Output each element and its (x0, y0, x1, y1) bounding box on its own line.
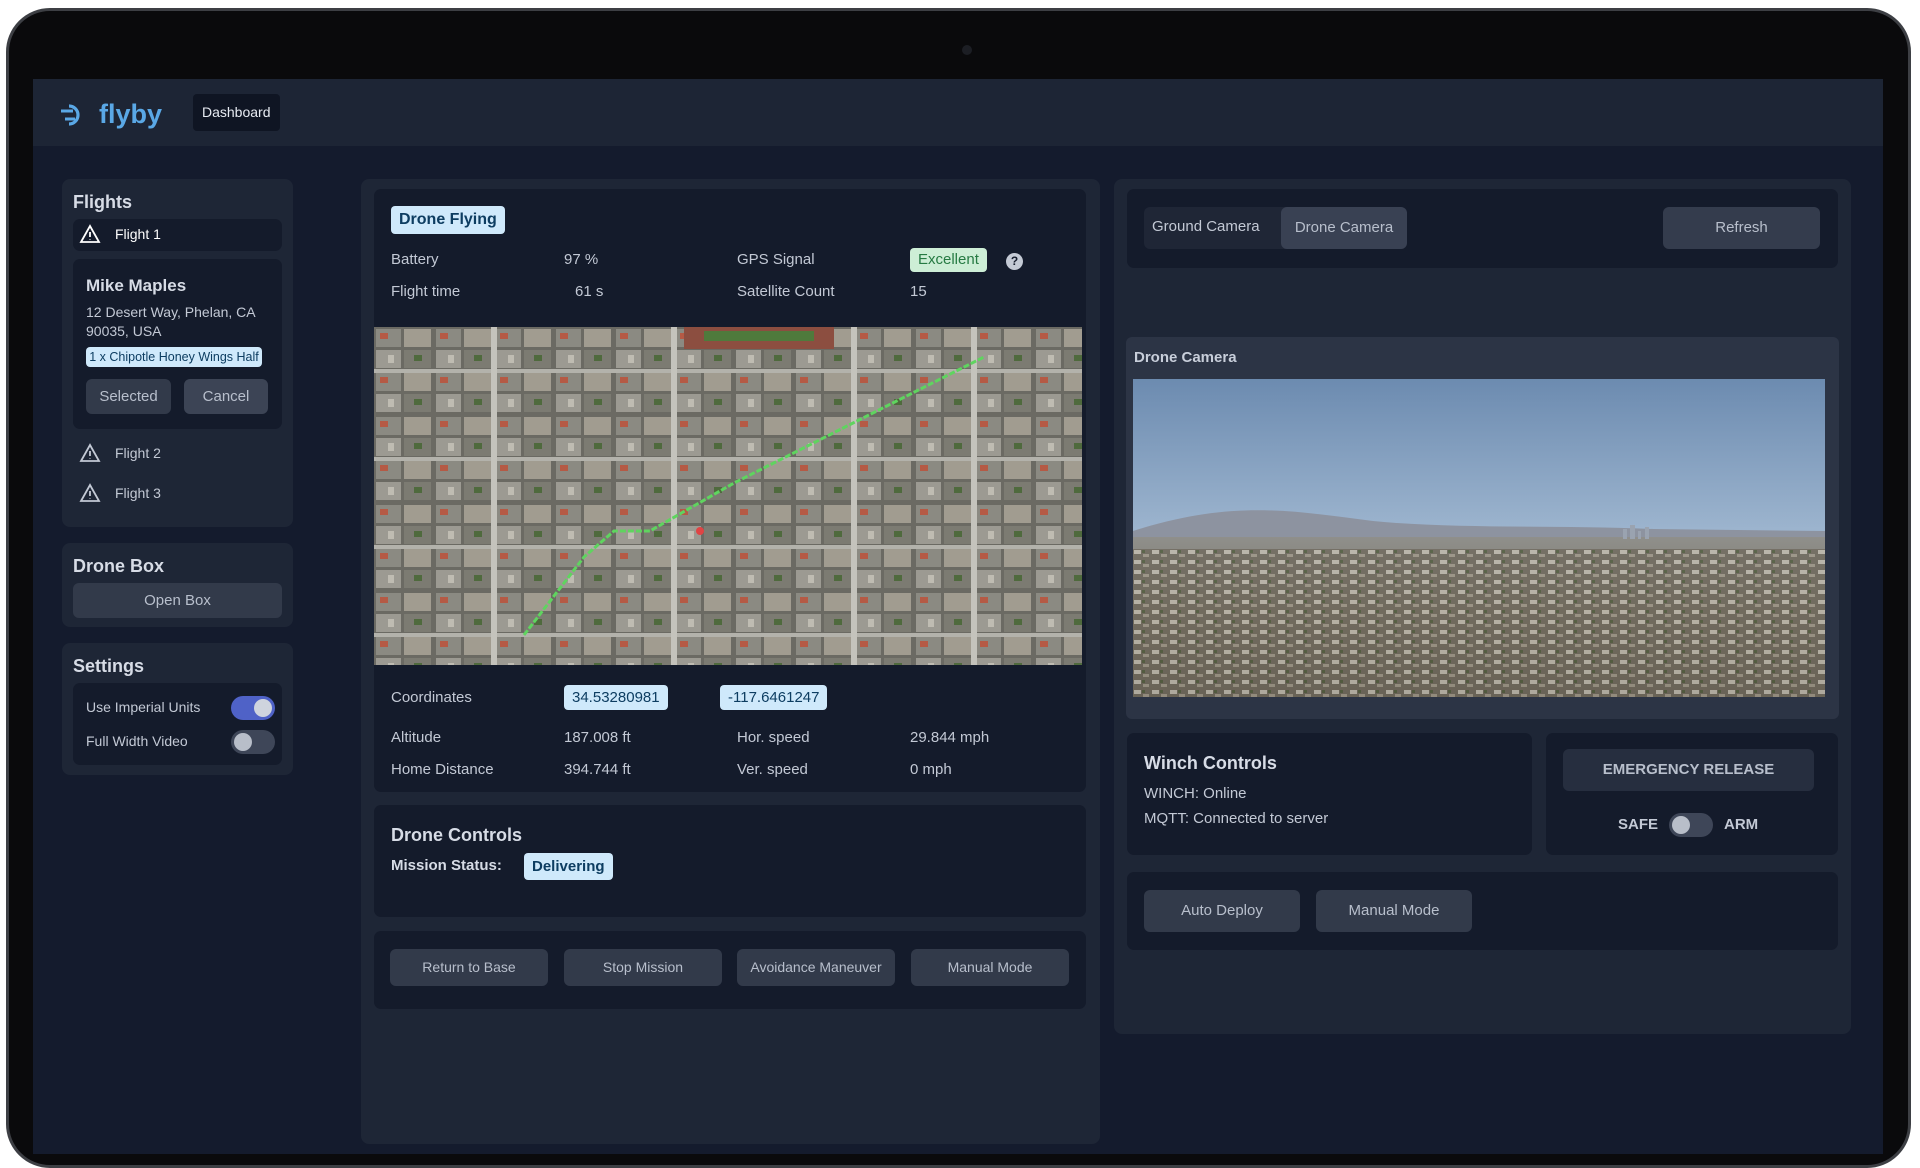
winch-controls-card: Winch Controls WINCH: Online MQTT: Conne… (1127, 733, 1532, 855)
full-width-video-label: Full Width Video (86, 733, 188, 749)
home-distance-label: Home Distance (391, 761, 494, 778)
drone-box-title: Drone Box (73, 556, 165, 576)
manual-mode-deploy-button[interactable]: Manual Mode (1316, 890, 1472, 932)
flight-label: Flight 3 (115, 485, 161, 501)
flight-time-label: Flight time (391, 283, 461, 300)
mqtt-status: MQTT: Connected to server (1144, 810, 1329, 827)
horizontal-speed-label: Hor. speed (737, 729, 810, 746)
imperial-units-label: Use Imperial Units (86, 699, 201, 715)
gps-signal-label: GPS Signal (737, 251, 815, 268)
avoidance-maneuver-button[interactable]: Avoidance Maneuver (737, 949, 895, 986)
drone-camera-title: Drone Camera (1134, 349, 1237, 366)
imperial-units-toggle[interactable] (231, 696, 275, 720)
safe-label: SAFE (1618, 816, 1659, 833)
altitude-label: Altitude (391, 729, 442, 746)
flight-item-2[interactable]: Flight 2 (79, 443, 161, 463)
warning-triangle-icon (79, 224, 101, 243)
drone-box-panel: Drone Box Open Box (62, 543, 293, 627)
help-icon[interactable]: ? (1006, 253, 1023, 270)
deploy-actions-card: Auto Deploy Manual Mode (1127, 872, 1838, 950)
open-box-button[interactable]: Open Box (73, 583, 282, 618)
tab-ground-camera[interactable]: Ground Camera (1152, 218, 1260, 235)
flight-item-1[interactable]: Flight 1 (73, 219, 282, 251)
mission-status-badge: Delivering (524, 853, 613, 880)
arm-label: ARM (1724, 816, 1759, 833)
safe-arm-toggle[interactable] (1669, 813, 1713, 837)
drone-controls-title: Drone Controls (391, 825, 523, 845)
top-bar: flyby Dashboard (33, 79, 1883, 146)
coordinates-label: Coordinates (391, 689, 472, 706)
customer-name: Mike Maples (86, 276, 187, 295)
tab-drone-camera[interactable]: Drone Camera (1281, 207, 1407, 249)
latitude-badge: 34.53280981 (564, 685, 668, 710)
vertical-speed-value: 0 mph (910, 761, 952, 778)
satellite-map[interactable] (374, 327, 1082, 665)
settings-title: Settings (73, 656, 145, 676)
auto-deploy-button[interactable]: Auto Deploy (1144, 890, 1300, 932)
warning-triangle-icon (79, 483, 101, 502)
full-width-video-toggle[interactable] (231, 730, 275, 754)
settings-panel: Settings Use Imperial Units Full Width V… (62, 643, 293, 775)
emergency-release-button[interactable]: EMERGENCY RELEASE (1563, 749, 1814, 791)
mission-actions-bar: Return to Base Stop Mission Avoidance Ma… (374, 931, 1086, 1009)
selected-button[interactable]: Selected (86, 379, 171, 414)
warning-triangle-icon (79, 443, 101, 462)
longitude-badge: -117.6461247 (720, 685, 828, 710)
brand-name: flyby (99, 99, 163, 129)
tab-dashboard[interactable]: Dashboard (193, 94, 280, 131)
horizontal-speed-value: 29.844 mph (910, 729, 990, 746)
satellite-count-value: 15 (910, 283, 927, 300)
refresh-button[interactable]: Refresh (1663, 207, 1820, 249)
battery-value: 97 % (564, 251, 599, 268)
camera-notch (962, 45, 972, 55)
flyby-logo[interactable]: flyby (59, 99, 162, 130)
flights-panel: Flights Flight 1 Mike Maples 12 Desert W… (62, 179, 293, 527)
satellite-count-label: Satellite Count (737, 283, 835, 300)
altitude-value: 187.008 ft (564, 729, 631, 746)
battery-label: Battery (391, 251, 439, 268)
return-to-base-button[interactable]: Return to Base (390, 949, 548, 986)
drone-position-marker (696, 527, 704, 535)
order-item-badge: 1 x Chipotle Honey Wings Half (86, 347, 262, 367)
emergency-release-card: EMERGENCY RELEASE SAFE ARM (1546, 733, 1838, 855)
cancel-button[interactable]: Cancel (184, 379, 268, 414)
winch-controls-title: Winch Controls (1144, 753, 1277, 773)
drone-camera-feed[interactable] (1133, 379, 1825, 697)
settings-list: Use Imperial Units Full Width Video (73, 683, 282, 765)
gps-signal-badge: Excellent (910, 248, 987, 272)
winch-status: WINCH: Online (1144, 785, 1247, 802)
map-tiles (374, 327, 1082, 665)
stop-mission-button[interactable]: Stop Mission (564, 949, 722, 986)
aerial-video-frame (1133, 379, 1825, 697)
home-distance-value: 394.744 ft (564, 761, 631, 778)
flight-item-3[interactable]: Flight 3 (79, 483, 161, 503)
flights-title: Flights (73, 192, 132, 212)
flight-label: Flight 2 (115, 445, 161, 461)
flight-status-badge: Drone Flying (391, 206, 505, 234)
delivery-address: 12 Desert Way, Phelan, CA 90035, USA (86, 304, 255, 339)
flight-detail-card: Mike Maples 12 Desert Way, Phelan, CA 90… (73, 259, 282, 429)
flight-time-value: 61 s (575, 283, 604, 300)
drone-controls-card: Drone Controls Mission Status: Deliverin… (374, 805, 1086, 917)
flight-label: Flight 1 (115, 226, 161, 242)
drone-logo-icon (61, 103, 80, 126)
app-screen: flyby Dashboard Flights Flight 1 Mike Ma… (33, 79, 1883, 1154)
manual-mode-button[interactable]: Manual Mode (911, 949, 1069, 986)
mission-status-label: Mission Status: (391, 857, 502, 874)
vertical-speed-label: Ver. speed (737, 761, 808, 778)
camera-tab-bar: Ground Camera Drone Camera Refresh (1127, 189, 1838, 268)
